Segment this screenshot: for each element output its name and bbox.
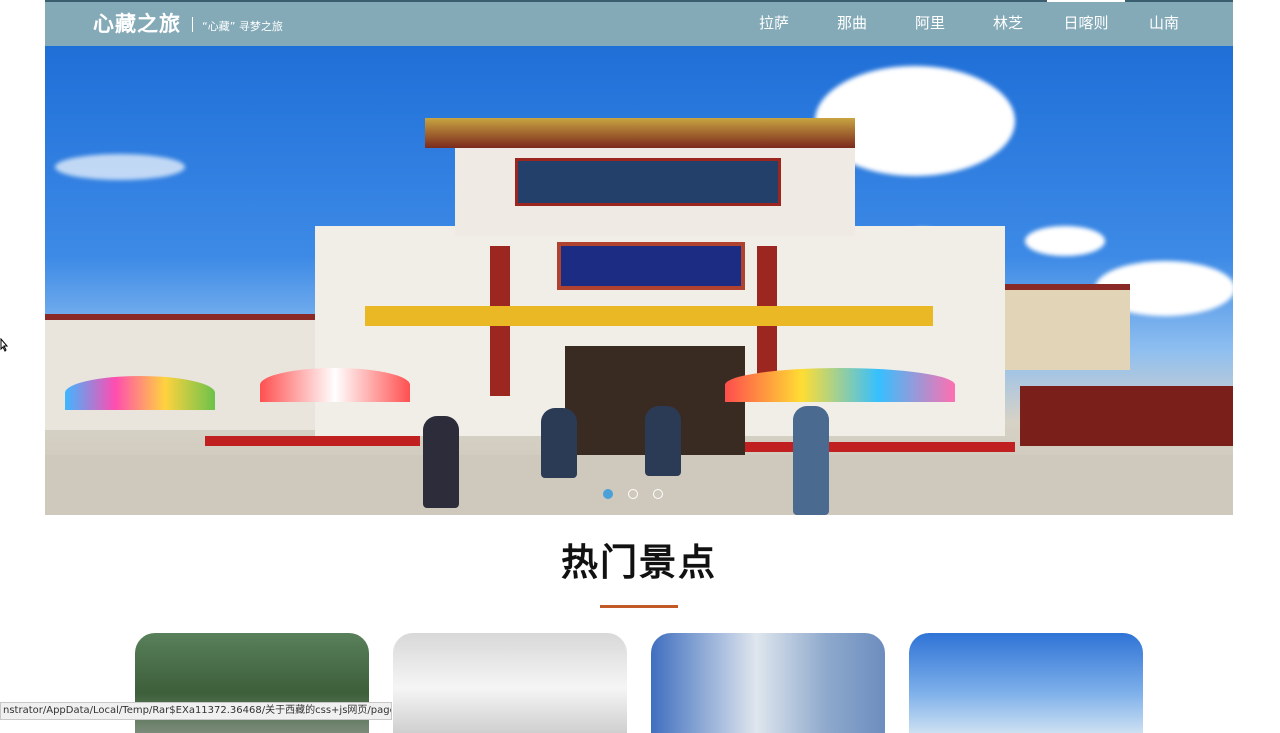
right-building <box>995 284 1130 370</box>
plaza-ground <box>45 455 1233 515</box>
site-slogan: “心藏” 寻梦之旅 <box>202 20 283 33</box>
market-stall <box>745 442 1015 452</box>
cloud <box>1025 226 1105 256</box>
market-stall <box>205 436 420 446</box>
hero-carousel[interactable] <box>45 46 1233 515</box>
section-title: 热门景点 <box>561 541 717 584</box>
carousel-dots <box>603 489 663 499</box>
market-stall <box>1020 386 1233 446</box>
pilgrim-figure <box>793 406 829 515</box>
market-umbrella <box>65 376 215 410</box>
attraction-card-3[interactable] <box>651 633 885 733</box>
attraction-card-2[interactable] <box>393 633 627 733</box>
temple-blue-panel <box>557 242 745 290</box>
market-umbrella <box>260 368 410 402</box>
carousel-dot-2[interactable] <box>628 489 638 499</box>
temple-window-band <box>515 158 781 206</box>
nav-item-shannan[interactable]: 山南 <box>1125 0 1203 46</box>
attraction-card-4[interactable] <box>909 633 1143 733</box>
temple-roof <box>425 118 855 148</box>
carousel-dot-3[interactable] <box>653 489 663 499</box>
mouse-cursor-icon <box>0 338 8 352</box>
carousel-dot-1[interactable] <box>603 489 613 499</box>
nav-item-nyingchi[interactable]: 林芝 <box>969 0 1047 46</box>
browser-status-bar: nstrator/AppData/Local/Temp/Rar$EXa11372… <box>0 702 392 720</box>
nav-item-ngari[interactable]: 阿里 <box>891 0 969 46</box>
title-underline <box>600 605 678 608</box>
nav-item-shigatse[interactable]: 日喀则 <box>1047 0 1125 46</box>
pilgrim-figure <box>645 406 681 476</box>
main-nav: 拉萨 那曲 阿里 林芝 日喀则 山南 <box>735 0 1203 46</box>
page: 心藏之旅 “心藏” 寻梦之旅 拉萨 那曲 阿里 林芝 日喀则 山南 热门景点 <box>45 0 1233 733</box>
market-umbrella <box>725 368 955 402</box>
nav-item-nagqu[interactable]: 那曲 <box>813 0 891 46</box>
pilgrim-figure <box>423 416 459 508</box>
temple-awning <box>365 306 933 326</box>
site-logo[interactable]: 心藏之旅 <box>93 8 181 38</box>
pilgrim-figure <box>541 408 577 478</box>
left-building <box>45 314 315 430</box>
cloud <box>55 154 185 180</box>
nav-item-lhasa[interactable]: 拉萨 <box>735 0 813 46</box>
logo-divider <box>192 17 193 32</box>
header-bar: 心藏之旅 “心藏” 寻梦之旅 拉萨 那曲 阿里 林芝 日喀则 山南 <box>45 0 1233 46</box>
